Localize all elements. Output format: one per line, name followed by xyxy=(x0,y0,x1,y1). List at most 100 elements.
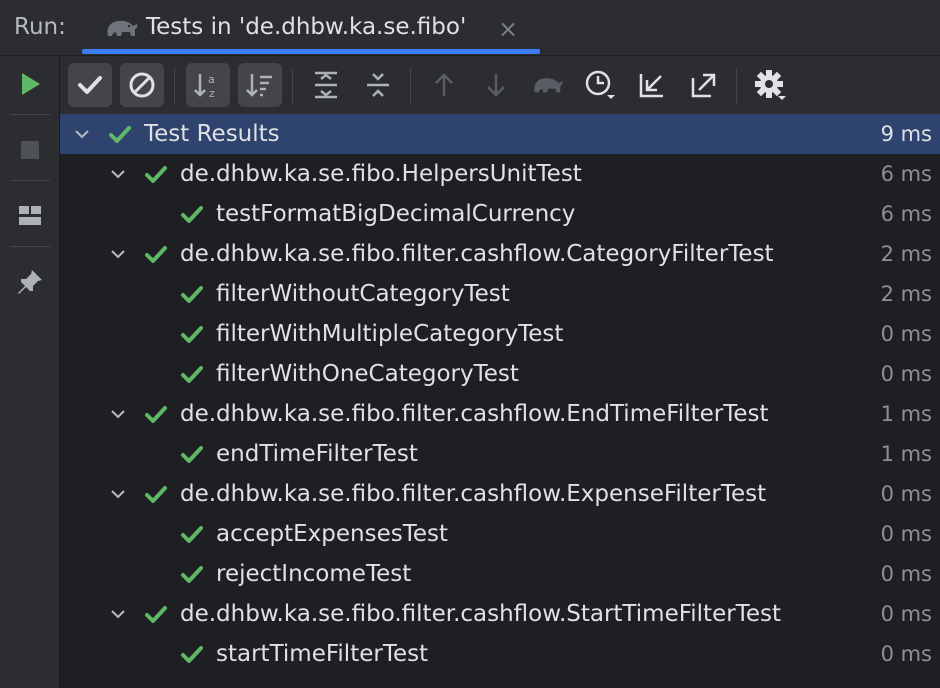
run-sidebar xyxy=(0,56,60,688)
toolbar-divider xyxy=(736,68,737,104)
chevron-down-icon[interactable] xyxy=(110,486,126,502)
test-method-row[interactable]: filterWithMultipleCategoryTest 0 ms xyxy=(60,314,940,354)
sort-duration-icon xyxy=(246,74,272,97)
passed-check-icon xyxy=(145,246,167,263)
test-name: endTimeFilterTest xyxy=(216,441,418,467)
run-tool-window-header: Run: Tests in 'de.dhbw.ka.se.fibo' × xyxy=(0,0,940,56)
test-name: de.dhbw.ka.se.fibo.HelpersUnitTest xyxy=(180,161,582,187)
rerun-button[interactable] xyxy=(12,66,48,102)
test-class-row[interactable]: de.dhbw.ka.se.fibo.filter.cashflow.Expen… xyxy=(60,474,940,514)
export-icon xyxy=(691,73,716,98)
test-method-row[interactable]: filterWithOneCategoryTest 0 ms xyxy=(60,354,940,394)
chevron-down-icon[interactable] xyxy=(110,406,126,422)
passed-check-icon xyxy=(181,206,203,223)
test-method-row[interactable]: endTimeFilterTest 1 ms xyxy=(60,434,940,474)
pin-button[interactable] xyxy=(12,264,48,300)
previous-failed-button[interactable] xyxy=(422,63,466,107)
test-method-row[interactable]: filterWithoutCategoryTest 2 ms xyxy=(60,274,940,314)
passed-check-icon xyxy=(145,166,167,183)
test-duration: 6 ms xyxy=(880,202,932,226)
test-toolbar: a z xyxy=(60,56,940,114)
passed-check-icon xyxy=(145,486,167,503)
next-failed-button[interactable] xyxy=(474,63,518,107)
test-method-row[interactable]: startTimeFilterTest 0 ms xyxy=(60,634,940,674)
run-tab[interactable]: Tests in 'de.dhbw.ka.se.fibo' × xyxy=(82,0,540,56)
sidebar-divider xyxy=(10,180,50,181)
test-duration: 0 ms xyxy=(880,482,932,506)
chevron-down-icon[interactable] xyxy=(110,606,126,622)
test-class-row[interactable]: de.dhbw.ka.se.fibo.filter.cashflow.EndTi… xyxy=(60,394,940,434)
test-name: de.dhbw.ka.se.fibo.filter.cashflow.Categ… xyxy=(180,241,774,267)
test-duration: 2 ms xyxy=(880,282,932,306)
test-class-row[interactable]: de.dhbw.ka.se.fibo.HelpersUnitTest 6 ms xyxy=(60,154,940,194)
passed-check-icon xyxy=(145,606,167,623)
passed-check-icon xyxy=(181,286,203,303)
sidebar-divider xyxy=(10,114,50,115)
test-name: rejectIncomeTest xyxy=(216,561,412,587)
test-duration: 6 ms xyxy=(880,162,932,186)
settings-button[interactable] xyxy=(748,63,792,107)
passed-check-icon xyxy=(181,526,203,543)
ban-icon xyxy=(129,72,155,98)
test-method-row[interactable]: acceptExpensesTest 0 ms xyxy=(60,514,940,554)
layout-icon xyxy=(19,206,41,225)
test-duration: 0 ms xyxy=(880,562,932,586)
test-duration: 0 ms xyxy=(880,362,932,386)
test-history-button[interactable] xyxy=(578,63,622,107)
toolbar-divider xyxy=(292,68,293,104)
chevron-down-icon[interactable] xyxy=(74,126,90,142)
test-name: Test Results xyxy=(144,121,280,147)
test-class-row[interactable]: de.dhbw.ka.se.fibo.filter.cashflow.Categ… xyxy=(60,234,940,274)
test-name: filterWithoutCategoryTest xyxy=(216,281,510,307)
test-duration: 0 ms xyxy=(880,522,932,546)
svg-text:z: z xyxy=(209,87,215,100)
close-icon[interactable]: × xyxy=(498,17,518,41)
passed-check-icon xyxy=(181,646,203,663)
expand-all-button[interactable] xyxy=(304,63,348,107)
chevron-down-icon[interactable] xyxy=(110,166,126,182)
gradle-button[interactable] xyxy=(526,63,570,107)
test-name: de.dhbw.ka.se.fibo.filter.cashflow.EndTi… xyxy=(180,401,769,427)
pin-icon xyxy=(18,270,42,294)
layout-button[interactable] xyxy=(12,198,48,234)
toolbar-divider xyxy=(410,68,411,104)
collapse-all-button[interactable] xyxy=(356,63,400,107)
stop-button[interactable] xyxy=(12,132,48,168)
test-duration: 2 ms xyxy=(880,242,932,266)
run-tab-title: Tests in 'de.dhbw.ka.se.fibo' xyxy=(146,14,467,40)
test-method-row[interactable]: rejectIncomeTest 0 ms xyxy=(60,554,940,594)
sort-alpha-icon: a z xyxy=(194,73,215,100)
import-icon xyxy=(639,74,663,98)
test-class-row[interactable]: de.dhbw.ka.se.fibo.filter.cashflow.Start… xyxy=(60,594,940,634)
sort-alphabetically-button[interactable]: a z xyxy=(186,63,230,107)
show-passed-toggle[interactable] xyxy=(68,63,112,107)
expand-all-icon xyxy=(315,71,337,99)
test-name: testFormatBigDecimalCurrency xyxy=(216,201,576,227)
sidebar-divider xyxy=(10,246,50,247)
stop-icon xyxy=(21,141,39,159)
svg-text:a: a xyxy=(208,73,215,86)
play-icon xyxy=(22,73,40,95)
passed-check-icon xyxy=(181,446,203,463)
passed-check-icon xyxy=(181,566,203,583)
sort-by-duration-button[interactable] xyxy=(238,63,282,107)
export-tests-button[interactable] xyxy=(682,63,726,107)
gradle-elephant-icon xyxy=(534,78,563,93)
test-duration: 0 ms xyxy=(880,322,932,346)
tree-root-row[interactable]: Test Results 9 ms xyxy=(60,114,940,154)
test-name: de.dhbw.ka.se.fibo.filter.cashflow.Expen… xyxy=(180,481,767,507)
test-name: filterWithMultipleCategoryTest xyxy=(216,321,564,347)
gear-icon xyxy=(755,70,786,100)
gradle-elephant-icon xyxy=(107,20,138,36)
passed-check-icon xyxy=(181,326,203,343)
arrow-down-icon xyxy=(487,74,505,97)
check-icon xyxy=(78,76,102,94)
run-label: Run: xyxy=(14,14,66,40)
test-method-row[interactable]: testFormatBigDecimalCurrency 6 ms xyxy=(60,194,940,234)
chevron-down-icon[interactable] xyxy=(110,246,126,262)
test-duration: 1 ms xyxy=(880,442,932,466)
test-duration: 1 ms xyxy=(880,402,932,426)
import-tests-button[interactable] xyxy=(630,63,674,107)
show-ignored-toggle[interactable] xyxy=(120,63,164,107)
passed-check-icon xyxy=(181,366,203,383)
